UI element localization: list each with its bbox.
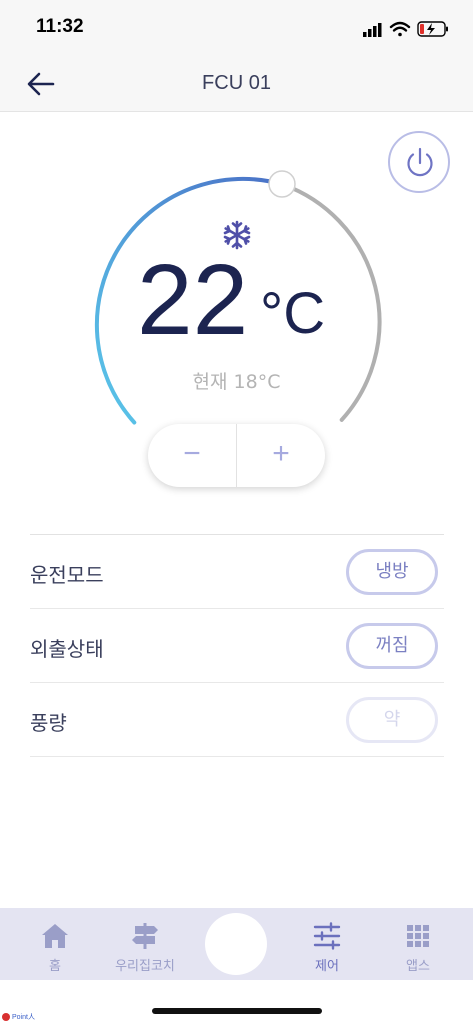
operation-mode-button[interactable]: 냉방: [346, 549, 438, 595]
tab-label: 제어: [315, 959, 339, 974]
page-title: FCU 01: [202, 72, 271, 94]
cellular-signal-icon: [363, 23, 382, 37]
watermark-logo-icon: [2, 1013, 10, 1022]
tab-home[interactable]: 홈: [10, 908, 100, 980]
status-icons: [363, 21, 448, 37]
tab-label: 앱스: [406, 959, 430, 974]
nav-header: FCU 01: [0, 56, 473, 112]
home-icon: [42, 924, 68, 948]
setting-row-fan-speed: 풍량 약: [30, 683, 444, 757]
setting-row-operation-mode: 운전모드 냉방: [30, 535, 444, 609]
sliders-icon: [313, 922, 341, 950]
setting-label: 풍량: [30, 711, 67, 735]
dial-handle: [268, 170, 296, 198]
setting-label: 외출상태: [30, 637, 104, 661]
status-time: 11:32: [36, 16, 84, 37]
status-bar: 11:32: [0, 0, 473, 56]
signpost-icon: [132, 923, 158, 949]
watermark-text: Point人: [12, 1014, 35, 1021]
center-action-button[interactable]: [205, 913, 267, 975]
watermark: Point人: [2, 1012, 35, 1022]
tab-label: 우리집코치: [115, 959, 175, 974]
set-temperature: 22: [137, 244, 249, 356]
setting-row-away-status: 외출상태 꺼짐: [30, 609, 444, 683]
fan-speed-button[interactable]: 약: [346, 697, 438, 743]
home-indicator[interactable]: [152, 1008, 322, 1014]
temperature-stepper: − +: [148, 424, 325, 487]
grid-icon: [407, 925, 429, 947]
current-temperature: 현재 18°C: [192, 371, 281, 393]
battery-low-icon: [417, 21, 448, 37]
increase-temperature-button[interactable]: +: [237, 424, 325, 487]
tab-apps[interactable]: 앱스: [373, 908, 463, 980]
setting-label: 운전모드: [30, 563, 104, 587]
decrease-temperature-button[interactable]: −: [148, 424, 236, 487]
temperature-unit: °C: [260, 281, 326, 346]
away-status-button[interactable]: 꺼짐: [346, 623, 438, 669]
tab-label: 홈: [49, 959, 61, 974]
tab-home-coach[interactable]: 우리집코치: [100, 908, 190, 980]
tab-control[interactable]: 제어: [282, 908, 372, 980]
settings-list: 운전모드 냉방 외출상태 꺼짐 풍량 약: [30, 534, 444, 757]
wifi-icon: [389, 21, 411, 37]
